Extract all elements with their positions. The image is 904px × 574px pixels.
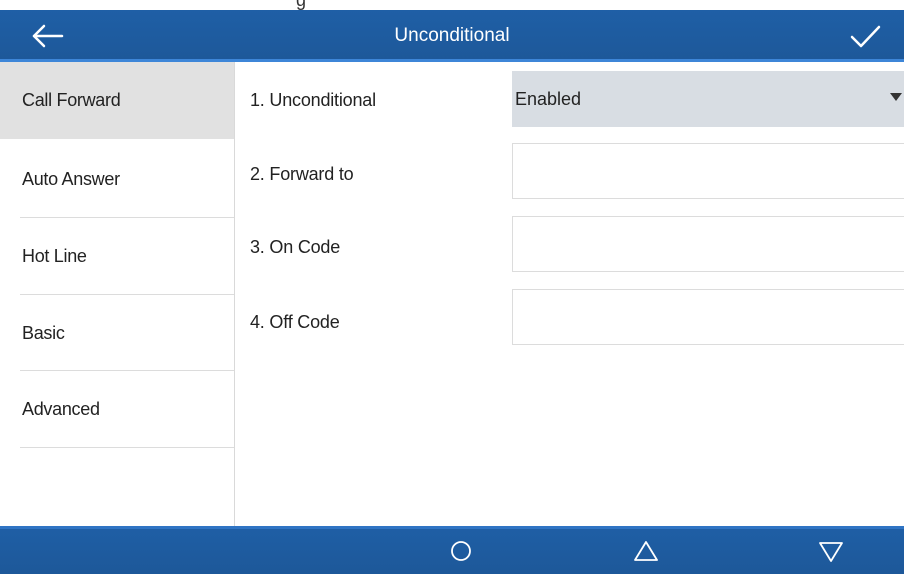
sidebar-item-basic[interactable]: Basic	[0, 295, 234, 372]
confirm-button[interactable]	[842, 16, 890, 56]
triangle-down-icon	[819, 542, 843, 562]
triangle-up-icon	[634, 541, 658, 561]
scroll-up-button[interactable]	[631, 536, 661, 566]
sidebar-item-call-forward[interactable]: Call Forward	[0, 62, 234, 139]
sidebar-item-label: Advanced	[22, 399, 100, 419]
unconditional-select[interactable]: Enabled	[512, 71, 904, 127]
sidebar-item-label: Hot Line	[22, 246, 87, 266]
circle-icon	[451, 541, 471, 561]
page-title: Unconditional	[394, 25, 510, 46]
off-code-label: 4. Off Code	[250, 312, 340, 332]
scroll-down-button[interactable]	[816, 536, 846, 566]
cropped-top-strip: g	[0, 0, 904, 10]
cropped-title-fragment: g	[296, 0, 307, 10]
checkmark-icon	[850, 25, 881, 48]
sidebar-item-advanced[interactable]: Advanced	[0, 371, 234, 448]
off-code-field[interactable]	[512, 289, 904, 345]
caret-down-icon	[890, 93, 902, 101]
forward-to-field[interactable]	[512, 143, 904, 199]
sidebar-item-label: Auto Answer	[22, 169, 120, 189]
forward-to-label: 2. Forward to	[250, 164, 354, 184]
sidebar-item-hot-line[interactable]: Hot Line	[0, 218, 234, 295]
on-code-field[interactable]	[512, 216, 904, 272]
divider	[20, 447, 234, 448]
bottom-accent-line	[0, 526, 904, 529]
on-code-label: 3. On Code	[250, 237, 341, 257]
unconditional-value: Enabled	[515, 89, 582, 109]
header-bar: Unconditional	[0, 10, 904, 62]
sidebar-item-auto-answer[interactable]: Auto Answer	[0, 141, 234, 218]
sidebar-item-label: Basic	[22, 323, 65, 343]
bottom-nav-bar	[0, 526, 904, 574]
sidebar-item-label: Call Forward	[22, 90, 121, 110]
home-button[interactable]	[446, 536, 476, 566]
unconditional-label: 1. Unconditional	[250, 90, 376, 110]
sidebar: Call Forward Auto Answer Hot Line Basic …	[0, 62, 235, 526]
